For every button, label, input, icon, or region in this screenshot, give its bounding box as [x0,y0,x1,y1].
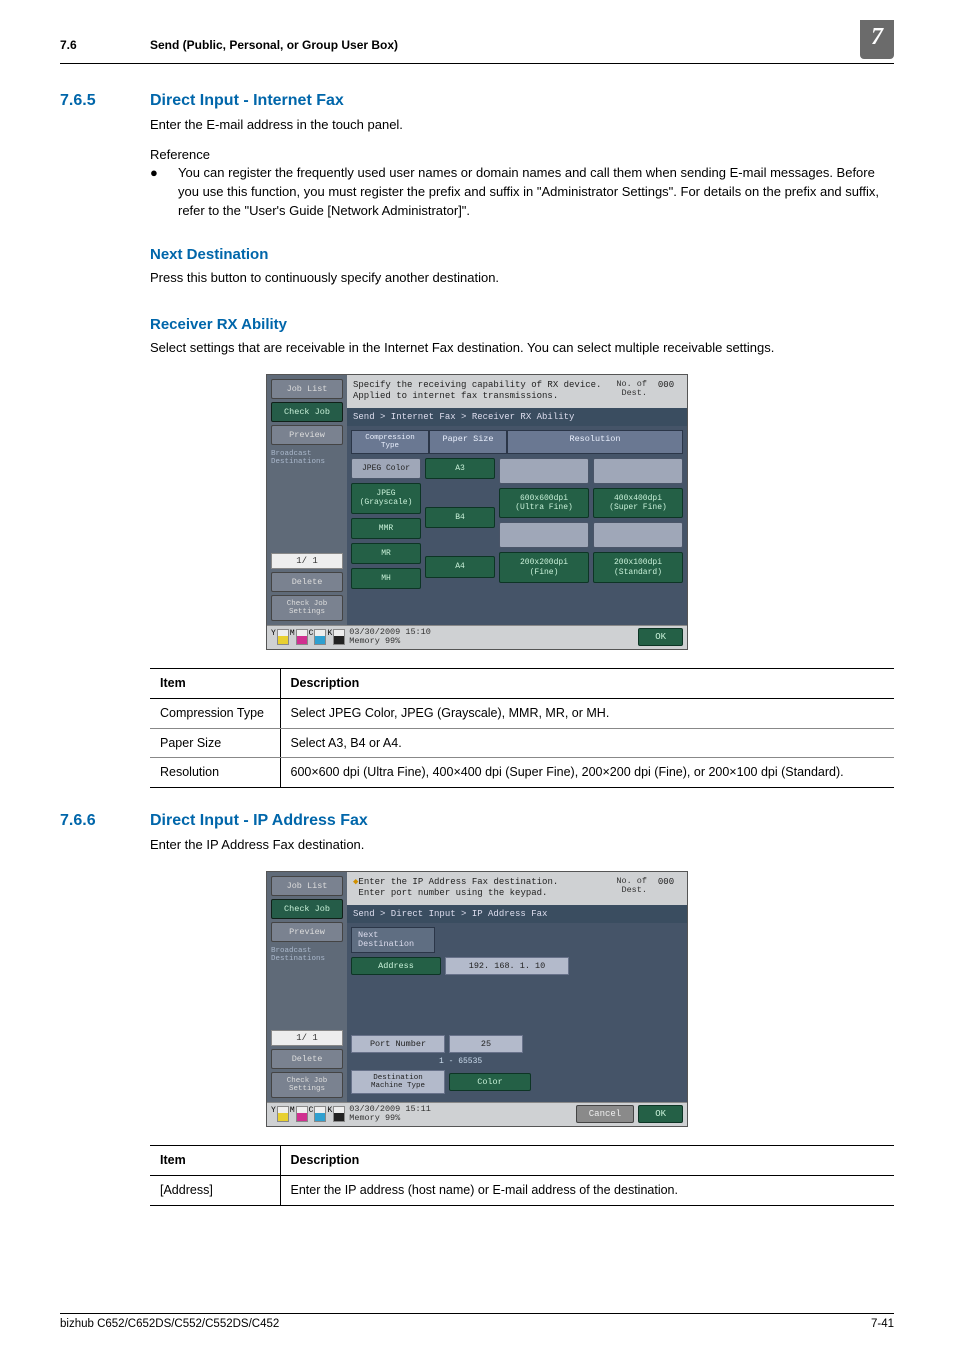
bullet-item: ● You can register the frequently used u… [150,164,894,221]
resolution-placeholder[interactable] [593,458,683,484]
address-value: 192. 168. 1. 10 [445,957,569,975]
td-item: Paper Size [150,728,280,758]
td-item: Resolution [150,758,280,788]
check-job-button[interactable]: Check Job [271,402,343,422]
option-600dpi[interactable]: 600x600dpi (Ultra Fine) [499,488,589,518]
page-indicator: 1/ 1 [271,553,343,569]
th-description: Description [280,668,894,698]
td-item: [Address] [150,1175,280,1205]
heading-765: 7.6.5 Direct Input - Internet Fax [60,92,894,110]
toner-indicator: Y M C K [271,629,345,645]
heading-number: 7.6.6 [60,812,150,830]
preview-button[interactable]: Preview [271,922,343,942]
option-200x100dpi[interactable]: 200x100dpi (Standard) [593,552,683,582]
job-list-button[interactable]: Job List [271,876,343,896]
col-header-compression: Compression Type [351,430,429,455]
ip-address-fax-table: Item Description [Address] Enter the IP … [150,1145,894,1206]
resolution-placeholder[interactable] [499,458,589,484]
option-a4[interactable]: A4 [425,556,495,577]
option-mmr[interactable]: MMR [351,518,421,539]
footer-page: 7-41 [871,1318,894,1330]
ok-button[interactable]: OK [638,1105,683,1123]
touchpanel-screenshot-rx-ability: Job List Check Job Preview Broadcast Des… [266,374,688,650]
delete-button[interactable]: Delete [271,572,343,592]
chapter-badge: 7 [860,20,894,59]
col-header-paper-size: Paper Size [429,430,507,455]
no-of-dest-label: No. of Dest. [616,877,651,896]
no-of-dest-label: No. of Dest. [616,380,651,399]
subheading-next-destination: Next Destination [150,246,894,263]
td-item: Compression Type [150,698,280,728]
breadcrumb: Send > Direct Input > IP Address Fax [347,905,687,923]
machine-type-label: Destination Machine Type [351,1070,445,1095]
prompt-text: Enter the IP Address Fax destination. En… [358,877,616,900]
check-job-settings-button[interactable]: Check Job Settings [271,1072,343,1098]
header-section-title: Send (Public, Personal, or Group User Bo… [150,38,860,52]
rx-ability-table: Item Description Compression Type Select… [150,668,894,789]
header-section-number: 7.6 [60,38,150,52]
resolution-placeholder[interactable] [593,522,683,548]
option-mh[interactable]: MH [351,568,421,589]
option-jpeg-grayscale[interactable]: JPEG (Grayscale) [351,483,421,513]
bullet-icon: ● [150,164,178,221]
resolution-placeholder[interactable] [499,522,589,548]
page-header: 7.6 Send (Public, Personal, or Group Use… [60,30,894,64]
paragraph: Enter the IP Address Fax destination. [150,836,894,855]
memory: Memory 99% [349,1114,572,1123]
option-a3[interactable]: A3 [425,458,495,479]
option-200x200dpi[interactable]: 200x200dpi (Fine) [499,552,589,582]
port-number-value: 25 [449,1035,523,1053]
breadcrumb: Send > Internet Fax > Receiver RX Abilit… [347,408,687,426]
touchpanel-screenshot-ip-address-fax: Job List Check Job Preview Broadcast Des… [266,871,688,1127]
port-number-label: Port Number [351,1035,445,1053]
delete-button[interactable]: Delete [271,1049,343,1069]
heading-title: Direct Input - IP Address Fax [150,812,894,830]
check-job-button[interactable]: Check Job [271,899,343,919]
td-desc: 600×600 dpi (Ultra Fine), 400×400 dpi (S… [280,758,894,788]
heading-number: 7.6.5 [60,92,150,110]
prompt-text: Specify the receiving capability of RX d… [353,380,616,403]
col-header-resolution: Resolution [507,430,683,455]
th-item: Item [150,668,280,698]
address-button[interactable]: Address [351,957,441,975]
th-description: Description [280,1145,894,1175]
footer-model: bizhub C652/C652DS/C552/C552DS/C452 [60,1318,871,1330]
th-item: Item [150,1145,280,1175]
option-400dpi[interactable]: 400x400dpi (Super Fine) [593,488,683,518]
port-range: 1 - 65535 [351,1057,683,1066]
option-mr[interactable]: MR [351,543,421,564]
td-desc: Enter the IP address (host name) or E-ma… [280,1175,894,1205]
no-of-dest-value: 000 [651,380,681,390]
paragraph: Press this button to continuously specif… [150,269,894,288]
machine-type-button[interactable]: Color [449,1073,531,1091]
paragraph: Select settings that are receivable in t… [150,339,894,358]
check-job-settings-button[interactable]: Check Job Settings [271,595,343,621]
no-of-dest-value: 000 [651,877,681,887]
heading-title: Direct Input - Internet Fax [150,92,894,110]
td-desc: Select A3, B4 or A4. [280,728,894,758]
paragraph: Enter the E-mail address in the touch pa… [150,116,894,135]
toner-indicator: Y M C K [271,1106,345,1122]
ok-button[interactable]: OK [638,628,683,646]
reference-label: Reference [150,147,894,162]
broadcast-label: Broadcast Destinations [271,945,343,966]
job-list-button[interactable]: Job List [271,379,343,399]
option-jpeg-color[interactable]: JPEG Color [351,458,421,479]
bullet-text: You can register the frequently used use… [178,164,894,221]
subheading-receiver-rx: Receiver RX Ability [150,316,894,333]
td-desc: Select JPEG Color, JPEG (Grayscale), MMR… [280,698,894,728]
preview-button[interactable]: Preview [271,425,343,445]
next-destination-button[interactable]: Next Destination [351,927,435,954]
option-b4[interactable]: B4 [425,507,495,528]
heading-766: 7.6.6 Direct Input - IP Address Fax [60,812,894,830]
page-footer: bizhub C652/C652DS/C552/C552DS/C452 7-41 [60,1313,894,1330]
cancel-button[interactable]: Cancel [576,1105,634,1123]
page-indicator: 1/ 1 [271,1030,343,1046]
memory: Memory 99% [349,637,634,646]
broadcast-label: Broadcast Destinations [271,448,343,469]
